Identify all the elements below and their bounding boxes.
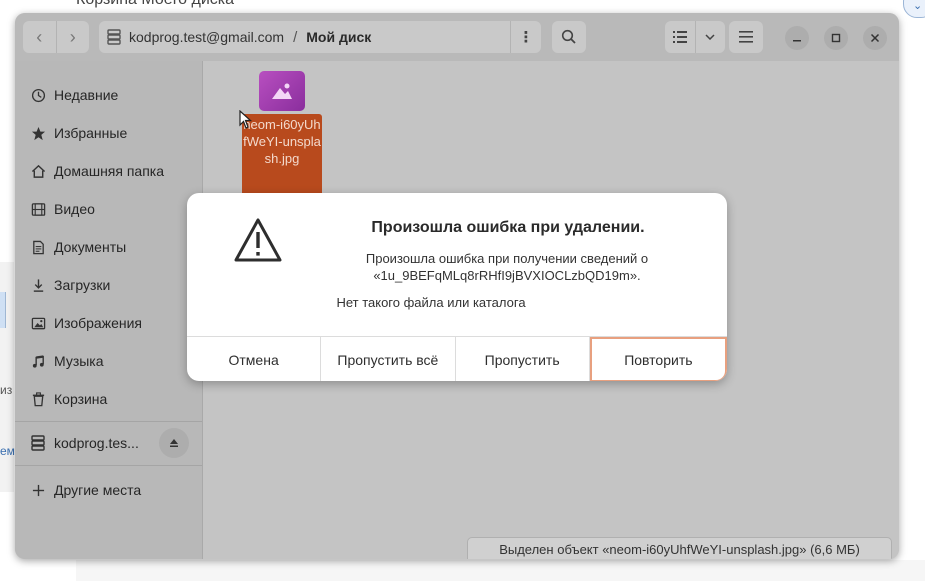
minimize-icon [793, 40, 801, 42]
mouse-cursor-icon [239, 110, 253, 129]
sidebar-divider [15, 465, 202, 466]
chevron-down-icon: ⌄ [913, 0, 923, 12]
background-window-title: Корзина Моего диска [76, 0, 234, 9]
view-options-button[interactable] [694, 21, 726, 53]
home-icon [29, 162, 47, 180]
background-round-button: ⌄ [903, 0, 925, 18]
status-bar: Выделен объект «neom-i60yUhfWeYI-unsplas… [467, 537, 892, 559]
dialog-actions: Отмена Пропустить всё Пропустить Повтори… [187, 336, 727, 381]
background-selection [0, 292, 6, 328]
dialog-message: Произошла ошибка при получении сведений … [337, 250, 677, 284]
sidebar-item-label: Недавние [54, 87, 119, 103]
list-view-icon [672, 31, 687, 43]
sidebar-divider [15, 421, 202, 422]
cancel-button[interactable]: Отмена [187, 337, 322, 381]
back-button[interactable]: ‹ [23, 21, 56, 53]
maximize-icon [831, 33, 841, 43]
path-current-folder[interactable]: Мой диск [306, 29, 371, 45]
dialog-message-line: Произошла ошибка при получении сведений … [365, 251, 649, 266]
sidebar-item-drive[interactable]: kodprog.tes... [29, 431, 139, 455]
sidebar-item-label: Изображения [54, 315, 142, 331]
sidebar-item-starred[interactable]: Избранные [29, 121, 127, 145]
error-dialog: Произошла ошибка при удалении. Произошла… [187, 193, 727, 381]
sidebar-item-other-locations[interactable]: Другие места [29, 478, 141, 502]
document-icon [29, 238, 47, 256]
sidebar-item-videos[interactable]: Видео [29, 197, 95, 221]
skip-all-button[interactable]: Пропустить всё [321, 337, 456, 381]
view-toggle-group [665, 21, 725, 53]
warning-icon [234, 218, 282, 262]
sidebar-item-label: Загрузки [54, 277, 111, 293]
path-account-label: kodprog.test@gmail.com [129, 29, 285, 45]
header-bar: ‹ › kodprog.test@gmail.com / Мой диск ⋮ [15, 13, 899, 61]
path-separator: / [293, 28, 298, 46]
eject-icon [170, 439, 178, 447]
background-bottom-area [76, 560, 925, 581]
sidebar-item-recent[interactable]: Недавние [29, 83, 118, 107]
image-icon [29, 314, 47, 332]
sidebar-item-label: Домашняя папка [54, 163, 165, 179]
eject-button[interactable] [159, 428, 189, 458]
sidebar-item-pictures[interactable]: Изображения [29, 311, 142, 335]
chevron-left-icon: ‹ [36, 26, 43, 47]
minimize-button[interactable] [785, 26, 809, 50]
path-menu-button[interactable]: ⋮ [510, 21, 541, 53]
star-icon [29, 124, 47, 142]
hamburger-icon [739, 31, 753, 43]
close-button[interactable] [863, 26, 887, 50]
dialog-detail: Нет такого файла или каталога [336, 295, 526, 310]
download-icon [29, 276, 47, 294]
sidebar-item-label: Избранные [54, 125, 128, 141]
sidebar: Недавние Избранные Домашняя папка Видео … [15, 61, 203, 559]
sidebar-item-label: kodprog.tes... [54, 435, 139, 451]
sidebar-item-music[interactable]: Музыка [29, 349, 104, 373]
maximize-button[interactable] [824, 26, 848, 50]
forward-button[interactable]: › [55, 21, 90, 53]
sidebar-item-label: Видео [54, 201, 95, 217]
drive-icon [29, 434, 47, 452]
retry-button[interactable]: Повторить [589, 337, 727, 381]
path-bar: kodprog.test@gmail.com / Мой диск ⋮ [99, 21, 541, 53]
close-icon [870, 33, 880, 43]
skip-button[interactable]: Пропустить [456, 337, 590, 381]
background-link-fragment: ем [0, 444, 15, 458]
sidebar-item-label: Музыка [54, 353, 104, 369]
navigation-buttons: ‹ › [23, 21, 89, 53]
sidebar-item-home[interactable]: Домашняя папка [29, 159, 164, 183]
path-segment-account[interactable]: kodprog.test@gmail.com / Мой диск [99, 21, 371, 53]
film-icon [29, 200, 47, 218]
image-icon [272, 83, 292, 99]
search-icon [561, 29, 576, 44]
music-icon [29, 352, 47, 370]
trash-icon [29, 390, 47, 408]
search-button[interactable] [552, 21, 586, 53]
plus-icon [29, 481, 47, 499]
sidebar-item-documents[interactable]: Документы [29, 235, 126, 259]
chevron-right-icon: › [69, 26, 76, 47]
dialog-title: Произошла ошибка при удалении. [371, 219, 645, 236]
clock-icon [29, 86, 47, 104]
list-view-button[interactable] [665, 21, 695, 53]
vertical-dots-icon: ⋮ [518, 29, 534, 46]
file-name-label[interactable]: neom-i60yUhfWeYI-unsplash.jpg [242, 114, 322, 200]
chevron-down-icon [705, 34, 715, 40]
sidebar-item-downloads[interactable]: Загрузки [29, 273, 110, 297]
main-menu-button[interactable] [729, 21, 763, 53]
sidebar-item-trash[interactable]: Корзина [29, 387, 107, 411]
sidebar-item-label: Корзина [54, 391, 108, 407]
background-text-fragment: из [0, 383, 13, 397]
sidebar-item-label: Документы [54, 239, 127, 255]
drive-icon [107, 29, 121, 45]
image-file-icon[interactable] [259, 71, 305, 111]
dialog-message-line: «1u_9BEFqMLq8rRHfI9jBVXIOCLzbQD19m». [373, 268, 641, 283]
sidebar-item-label: Другие места [54, 482, 142, 498]
